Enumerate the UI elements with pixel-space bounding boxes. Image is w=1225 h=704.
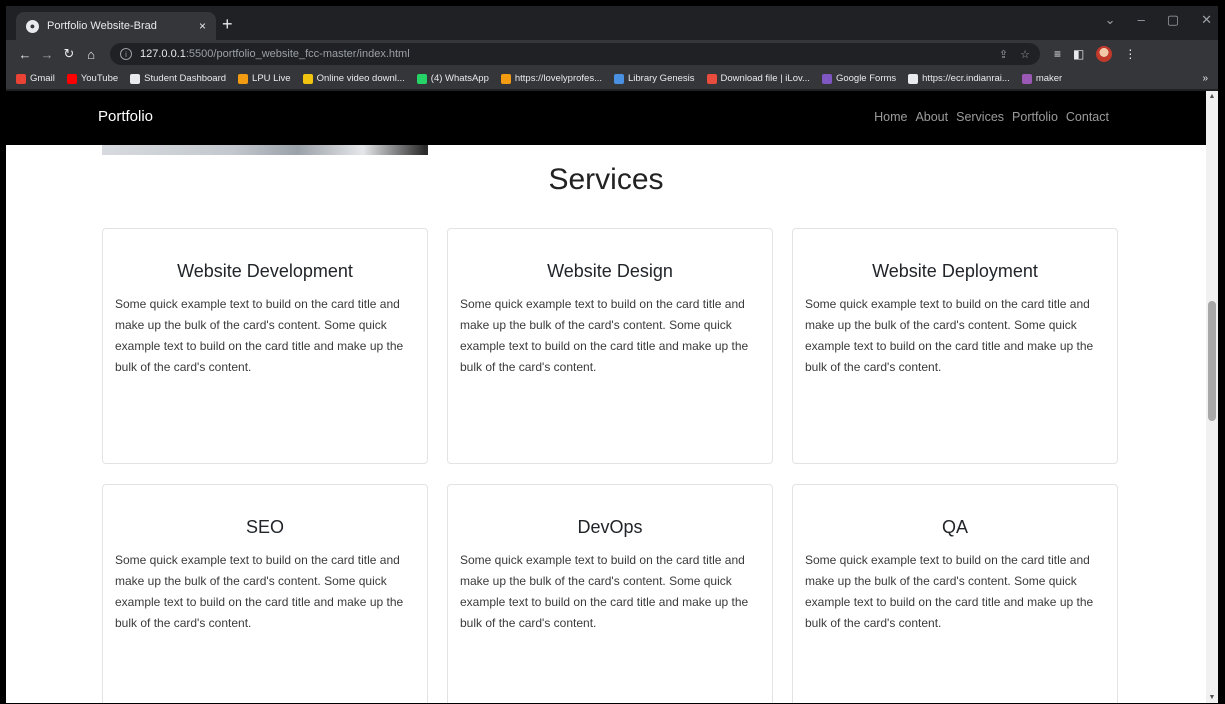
- card-text: Some quick example text to build on the …: [115, 297, 404, 374]
- card-title: Website Development: [177, 261, 353, 281]
- minimize-button[interactable]: –: [1138, 12, 1145, 28]
- service-card: DevOps Some quick example text to build …: [447, 484, 773, 703]
- bookmark-favicon-icon: [500, 73, 511, 84]
- page-viewport: Portfolio Home About Services Portfolio …: [6, 91, 1218, 703]
- forward-button[interactable]: →: [36, 47, 58, 62]
- page-scrollbar[interactable]: ▲ ▼: [1206, 91, 1218, 703]
- bookmark-favicon-icon: [238, 73, 249, 84]
- nav-portfolio[interactable]: Portfolio: [1011, 110, 1059, 124]
- bookmark-star-icon[interactable]: ☆: [1020, 48, 1030, 61]
- address-bar[interactable]: i 127.0.0.1:5500/portfolio_website_fcc-m…: [110, 43, 1040, 65]
- reading-list-icon[interactable]: ≡: [1054, 47, 1061, 61]
- nav-links: Home About Services Portfolio Contact: [873, 110, 1110, 124]
- service-card: QA Some quick example text to build on t…: [792, 484, 1118, 703]
- card-title: QA: [941, 517, 968, 537]
- card-text: Some quick example text to build on the …: [460, 553, 749, 630]
- service-card: Website Development Some quick example t…: [102, 228, 428, 464]
- bookmark-label: Library Genesis: [628, 73, 695, 84]
- close-window-button[interactable]: ✕: [1201, 12, 1212, 28]
- bookmark-label: (4) WhatsApp: [430, 73, 489, 84]
- tab-portfolio[interactable]: ● Portfolio Website-Brad ×: [16, 12, 216, 40]
- bookmark-item[interactable]: Gmail: [16, 73, 55, 84]
- bookmark-label: https://ecr.indianrai...: [922, 73, 1010, 84]
- scroll-up-arrow-icon[interactable]: ▲: [1206, 93, 1218, 100]
- card-text: Some quick example text to build on the …: [805, 297, 1094, 374]
- service-card: SEO Some quick example text to build on …: [102, 484, 428, 703]
- bookmark-label: Gmail: [30, 73, 55, 84]
- card-text: Some quick example text to build on the …: [460, 297, 749, 374]
- bookmark-label: https://lovelyprofes...: [514, 73, 602, 84]
- card-title: SEO: [245, 517, 284, 537]
- bookmark-item[interactable]: (4) WhatsApp: [416, 73, 489, 84]
- bookmark-item[interactable]: Download file | iLov...: [706, 73, 810, 84]
- nav-contact[interactable]: Contact: [1065, 110, 1110, 124]
- bookmark-favicon-icon: [821, 73, 832, 84]
- window-controls: ⌄ – ▢ ✕: [1105, 12, 1212, 28]
- side-panel-icon[interactable]: ◧: [1073, 47, 1084, 61]
- card-text: Some quick example text to build on the …: [805, 553, 1094, 630]
- bookmarks-overflow-button[interactable]: »: [1202, 73, 1208, 84]
- bookmark-item[interactable]: LPU Live: [238, 73, 291, 84]
- card-title: DevOps: [577, 517, 643, 537]
- bookmark-favicon-icon: [908, 73, 919, 84]
- menu-kebab-icon[interactable]: ⋮: [1124, 47, 1136, 61]
- back-button[interactable]: ←: [14, 47, 36, 62]
- profile-avatar[interactable]: [1096, 46, 1113, 62]
- restore-button[interactable]: ▢: [1167, 12, 1179, 28]
- site-brand[interactable]: Portfolio: [98, 108, 153, 125]
- bookmark-favicon-icon: [66, 73, 77, 84]
- bookmark-item[interactable]: Google Forms: [821, 73, 897, 84]
- tab-strip: ● Portfolio Website-Brad × + ⌄ – ▢ ✕: [6, 6, 1218, 40]
- bookmark-label: Student Dashboard: [144, 73, 227, 84]
- globe-icon: ●: [26, 19, 39, 33]
- bookmark-label: Download file | iLov...: [720, 73, 810, 84]
- browser-toolbar: ← → ↻ ⌂ i 127.0.0.1:5500/portfolio_websi…: [6, 40, 1218, 68]
- reload-button[interactable]: ↻: [58, 46, 80, 62]
- bookmark-label: LPU Live: [252, 73, 291, 84]
- bookmark-favicon-icon: [302, 73, 313, 84]
- browser-window: ● Portfolio Website-Brad × + ⌄ – ▢ ✕ ← →…: [6, 6, 1218, 703]
- bookmark-item[interactable]: Library Genesis: [614, 73, 695, 84]
- nav-about[interactable]: About: [914, 110, 949, 124]
- tab-search-icon[interactable]: ⌄: [1105, 12, 1116, 28]
- bookmark-favicon-icon: [416, 73, 427, 84]
- bookmark-label: Google Forms: [835, 73, 897, 84]
- url-host: 127.0.0.1: [140, 48, 186, 60]
- close-icon[interactable]: ×: [199, 19, 206, 33]
- bookmark-favicon-icon: [614, 73, 624, 84]
- scroll-down-arrow-icon[interactable]: ▼: [1206, 694, 1218, 701]
- bookmark-item[interactable]: Student Dashboard: [130, 73, 226, 84]
- site-navbar: Portfolio Home About Services Portfolio …: [6, 91, 1206, 145]
- service-card: Website Design Some quick example text t…: [447, 228, 773, 464]
- nav-services[interactable]: Services: [955, 110, 1005, 124]
- bookmark-label: Online video downl...: [316, 73, 405, 84]
- tab-title: Portfolio Website-Brad: [47, 20, 157, 32]
- bookmark-favicon-icon: [706, 73, 717, 84]
- scrollbar-thumb[interactable]: [1208, 301, 1216, 421]
- bookmark-item[interactable]: https://ecr.indianrai...: [908, 73, 1010, 84]
- card-title: Website Design: [547, 261, 673, 281]
- card-title: Website Deployment: [872, 261, 1038, 281]
- section-title: Services: [548, 163, 664, 196]
- nav-home[interactable]: Home: [873, 110, 908, 124]
- card-text: Some quick example text to build on the …: [115, 553, 404, 630]
- url-path: :5500/portfolio_website_fcc-master/index…: [185, 48, 410, 60]
- bookmarks-bar: Gmail YouTube Student Dashboard LPU Live Onl…: [6, 68, 1218, 90]
- info-icon[interactable]: i: [120, 48, 132, 60]
- bookmark-label: YouTube: [80, 73, 119, 84]
- bookmark-label: maker: [1035, 73, 1063, 84]
- bookmark-item[interactable]: Online video downl...: [302, 73, 405, 84]
- bookmark-favicon-icon: [130, 73, 141, 84]
- home-button[interactable]: ⌂: [80, 47, 102, 62]
- service-card: Website Deployment Some quick example te…: [792, 228, 1118, 464]
- bookmark-item[interactable]: https://lovelyprofes...: [500, 73, 602, 84]
- about-image-edge: [102, 145, 428, 155]
- new-tab-button[interactable]: +: [222, 14, 233, 34]
- share-icon[interactable]: ⇪: [999, 48, 1008, 61]
- bookmark-item[interactable]: maker: [1021, 73, 1063, 84]
- bookmark-item[interactable]: YouTube: [66, 73, 119, 84]
- bookmark-favicon-icon: [1021, 73, 1032, 84]
- bookmark-favicon-icon: [16, 73, 26, 84]
